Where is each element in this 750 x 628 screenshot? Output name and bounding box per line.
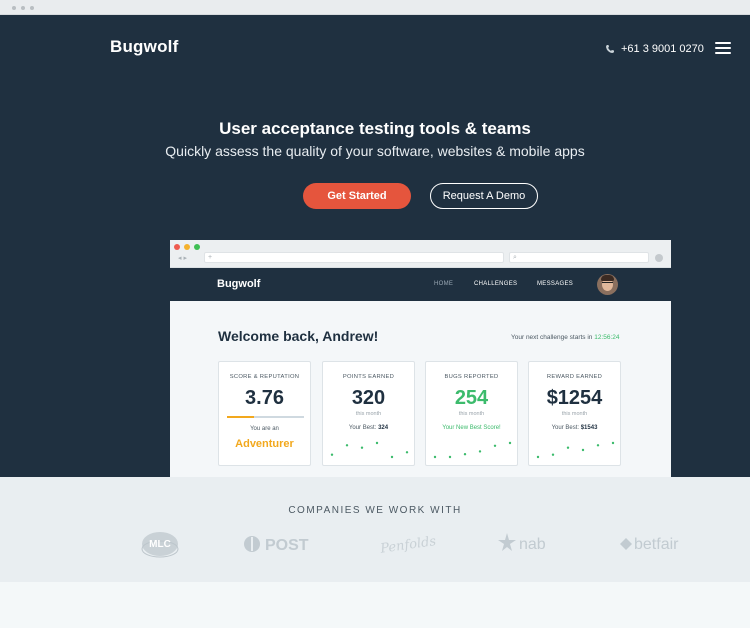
svg-text:POST: POST [265, 537, 309, 554]
betfair-logo: betfair [620, 536, 679, 553]
sparkline-point [405, 451, 409, 454]
footer-area [0, 582, 750, 628]
best-score: Your Best: $1543 [551, 425, 598, 431]
mock-url-bar: + [204, 252, 504, 263]
points-value: 320 [351, 387, 386, 409]
sparkline-point [433, 455, 437, 459]
sparkline-point [390, 455, 394, 459]
app-logo: Bugwolf [217, 278, 261, 290]
reputation-progress-bar [227, 416, 304, 418]
svg-text:nab: nab [519, 536, 546, 553]
next-challenge-text: Your next challenge starts in 12:56:24 [511, 334, 620, 341]
get-started-button[interactable]: Get Started [303, 183, 411, 209]
australia-post-logo: POST [244, 536, 309, 554]
rank-label: You are an [250, 426, 279, 432]
window-dot-icon[interactable] [30, 6, 34, 10]
hamburger-menu-icon[interactable] [715, 42, 731, 54]
browser-chrome [0, 0, 750, 15]
nav-challenges: CHALLENGES [474, 281, 518, 287]
reward-sparkline [536, 441, 615, 459]
settings-icon [655, 254, 663, 262]
nav-home: HOME [434, 281, 454, 287]
sparkline-point [508, 441, 512, 445]
svg-text:betfair: betfair [634, 536, 679, 553]
points-sparkline [330, 441, 409, 459]
bugs-card: BUGS REPORTED 254 this month Your New Be… [425, 361, 518, 466]
sparkline-point [345, 444, 349, 447]
hero-subtitle: Quickly assess the quality of your softw… [165, 143, 585, 159]
svg-text:MLC: MLC [149, 539, 171, 550]
card-title: BUGS REPORTED [444, 374, 499, 380]
countdown-timer: 12:56:24 [594, 334, 620, 341]
sparkline-point [375, 441, 379, 445]
phone-number: +61 3 9001 0270 [621, 43, 704, 55]
brand-logo[interactable]: Bugwolf [110, 37, 178, 57]
reputation-card: SCORE & REPUTATION 3.76 You are an Adven… [218, 361, 311, 466]
points-card: POINTS EARNED 320 this month Your Best: … [322, 361, 415, 466]
welcome-heading: Welcome back, Andrew! [218, 328, 379, 344]
minimize-dot-icon [184, 244, 190, 250]
sparkline-point [330, 453, 334, 456]
svg-text:Penfolds: Penfolds [378, 534, 436, 557]
reputation-score: 3.76 [245, 387, 284, 409]
app-navbar: Bugwolf HOME CHALLENGES MESSAGES [170, 268, 671, 301]
card-period: this month [458, 411, 485, 417]
best-score: Your Best: 324 [348, 425, 389, 431]
mock-browser-bar: ◂ ▸ + ⌕ [170, 240, 671, 268]
card-title: POINTS EARNED [342, 374, 395, 380]
close-dot-icon [174, 244, 180, 250]
sparkline-point [596, 444, 600, 447]
dashboard-preview: ◂ ▸ + ⌕ Bugwolf HOME CHALLENGES MESSAGES… [170, 240, 671, 477]
mlc-logo: MLC [141, 532, 179, 558]
window-dot-icon[interactable] [21, 6, 25, 10]
sparkline-point [463, 453, 467, 456]
reward-card: REWARD EARNED $1254 this month Your Best… [528, 361, 621, 466]
sparkline-point [360, 446, 364, 449]
request-demo-button[interactable]: Request A Demo [430, 183, 538, 209]
phone-link[interactable]: +61 3 9001 0270 [605, 43, 704, 55]
sparkline-point [478, 450, 482, 453]
companies-title: COMPANIES WE WORK WITH [288, 505, 462, 516]
bugs-value: 254 [454, 387, 489, 409]
rank-value: Adventurer [235, 438, 294, 450]
hero-title: User acceptance testing tools & teams [219, 119, 531, 138]
maximize-dot-icon [194, 244, 200, 250]
best-score-note: Your New Best Score! [442, 425, 501, 431]
reward-value: $1254 [546, 387, 603, 409]
nav-messages: MESSAGES [537, 281, 574, 287]
sparkline-point [493, 444, 497, 447]
bugs-sparkline [433, 441, 512, 459]
sparkline-point [581, 448, 585, 452]
nav-arrows-icon: ◂ ▸ [178, 255, 187, 262]
penfolds-logo: Penfolds [378, 534, 436, 557]
sparkline-point [536, 455, 540, 459]
sparkline-point [448, 455, 452, 459]
hero-section: Bugwolf +61 3 9001 0270 User acceptance … [0, 15, 750, 477]
sparkline-point [566, 446, 570, 449]
companies-section: COMPANIES WE WORK WITH MLC POST Penfolds… [0, 477, 750, 582]
window-dot-icon[interactable] [12, 6, 16, 10]
sparkline-point [611, 441, 615, 445]
mock-search-bar: ⌕ [509, 252, 649, 263]
phone-icon [606, 45, 614, 53]
card-period: this month [355, 411, 382, 417]
sparkline-point [551, 453, 555, 456]
nab-logo: nab [498, 533, 546, 553]
card-period: this month [561, 411, 588, 417]
card-title: REWARD EARNED [546, 374, 603, 380]
avatar [597, 274, 618, 295]
card-title: SCORE & REPUTATION [229, 374, 300, 380]
